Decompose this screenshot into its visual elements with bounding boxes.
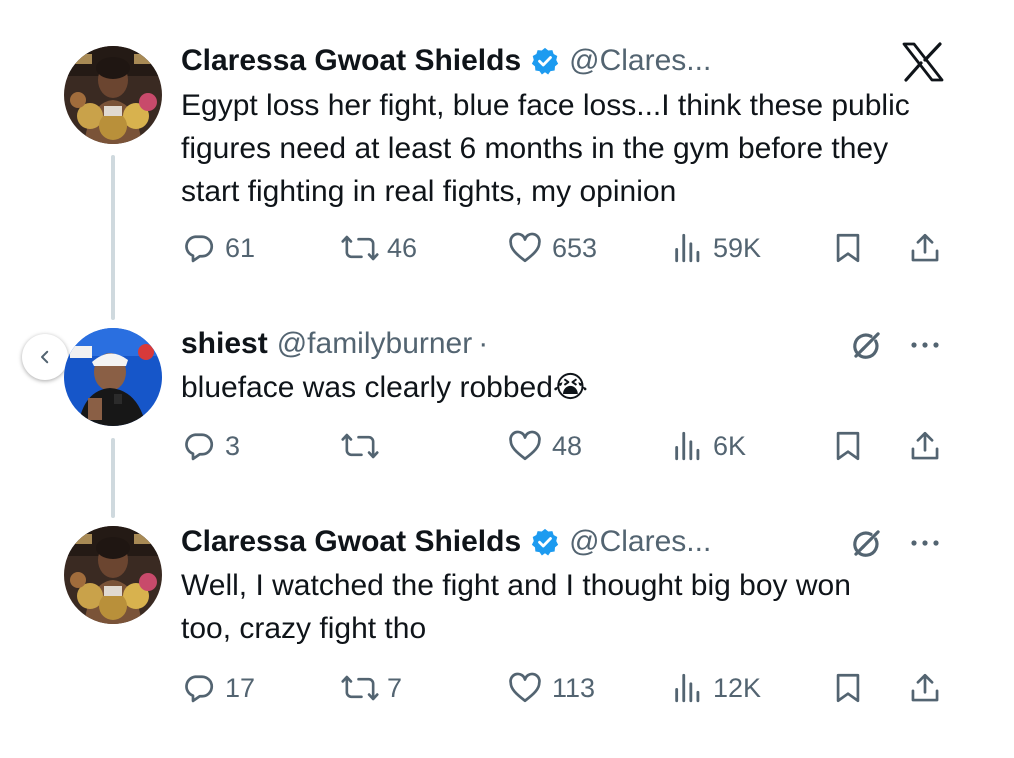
tweet-header: shiest @familyburner · (181, 324, 488, 364)
reply-button[interactable]: 17 (181, 668, 255, 708)
tweet-actions: 17 7 113 12K (181, 668, 951, 708)
share-icon (908, 671, 942, 705)
display-name[interactable]: Claressa Gwoat Shields (181, 44, 521, 78)
more-icon[interactable] (908, 528, 942, 563)
like-count: 48 (552, 430, 583, 461)
like-button[interactable]: 113 (506, 668, 595, 708)
share-icon (908, 429, 942, 463)
reply-button[interactable]: 61 (181, 228, 255, 268)
tweet[interactable]: Claressa Gwoat Shields @Clares... Well, … (0, 500, 1014, 758)
retweet-count: 7 (387, 672, 403, 703)
reply-button[interactable]: 3 (181, 426, 240, 466)
like-count: 113 (552, 672, 596, 703)
share-button[interactable] (908, 668, 942, 708)
like-button[interactable]: 653 (506, 228, 597, 268)
bookmark-icon (831, 231, 865, 265)
heart-icon (506, 670, 544, 706)
share-icon (908, 231, 942, 265)
tweet-actions: 3 48 6K (181, 426, 951, 466)
views-count: 59K (713, 232, 762, 263)
views-icon (671, 429, 705, 463)
like-count: 653 (552, 232, 598, 263)
reply-count: 17 (225, 672, 256, 703)
retweet-icon (341, 428, 379, 464)
grok-icon[interactable] (848, 326, 886, 369)
heart-icon (506, 428, 544, 464)
retweet-button[interactable] (341, 426, 387, 466)
retweet-icon (341, 230, 379, 266)
share-button[interactable] (908, 228, 942, 268)
bookmark-button[interactable] (831, 228, 865, 268)
heart-icon (506, 230, 544, 266)
reply-icon (181, 670, 217, 706)
more-icon[interactable] (908, 330, 942, 365)
user-handle[interactable]: @Clares... (569, 44, 711, 78)
tweet-text-body: blueface was clearly robbed (181, 371, 553, 404)
share-button[interactable] (908, 426, 942, 466)
tweet[interactable]: shiest @familyburner · blueface was clea… (0, 300, 1014, 500)
retweet-icon (341, 670, 379, 706)
retweet-count: 46 (387, 232, 418, 263)
retweet-button[interactable]: 46 (341, 228, 417, 268)
reply-count: 61 (225, 232, 256, 263)
views-button[interactable]: 59K (671, 228, 761, 268)
avatar[interactable] (64, 526, 162, 624)
bookmark-icon (831, 429, 865, 463)
grok-icon[interactable] (848, 524, 886, 567)
crying-emoji: 😭 (552, 371, 588, 404)
views-count: 12K (713, 672, 762, 703)
verified-badge-icon (530, 46, 560, 76)
user-handle[interactable]: @Clares... (569, 525, 711, 559)
reply-icon (181, 428, 217, 464)
reply-icon (181, 230, 217, 266)
bookmark-icon (831, 671, 865, 705)
bookmark-button[interactable] (831, 668, 865, 708)
tweet-header: Claressa Gwoat Shields @Clares... (181, 41, 711, 81)
verified-badge-icon (530, 527, 560, 557)
tweet-header: Claressa Gwoat Shields @Clares... (181, 522, 711, 562)
bookmark-button[interactable] (831, 426, 865, 466)
tweet-text: Well, I watched the fight and I thought … (181, 569, 851, 645)
views-button[interactable]: 12K (671, 668, 761, 708)
views-button[interactable]: 6K (671, 426, 746, 466)
views-count: 6K (713, 430, 747, 461)
display-name[interactable]: Claressa Gwoat Shields (181, 525, 521, 559)
tweet-text: Egypt loss her fight, blue face loss...I… (181, 89, 910, 208)
avatar[interactable] (64, 328, 162, 426)
avatar[interactable] (64, 46, 162, 144)
reply-count: 3 (225, 430, 241, 461)
tweet-text: blueface was clearly robbed😭 (181, 366, 951, 409)
retweet-button[interactable]: 7 (341, 668, 402, 708)
tweet[interactable]: Claressa Gwoat Shields @Clares... Egypt … (0, 0, 1014, 300)
tweet-actions: 61 46 653 59K (181, 228, 951, 268)
like-button[interactable]: 48 (506, 426, 582, 466)
display-name[interactable]: shiest (181, 327, 268, 361)
views-icon (671, 671, 705, 705)
user-handle[interactable]: @familyburner (277, 327, 473, 361)
separator-dot: · (478, 327, 489, 360)
views-icon (671, 231, 705, 265)
